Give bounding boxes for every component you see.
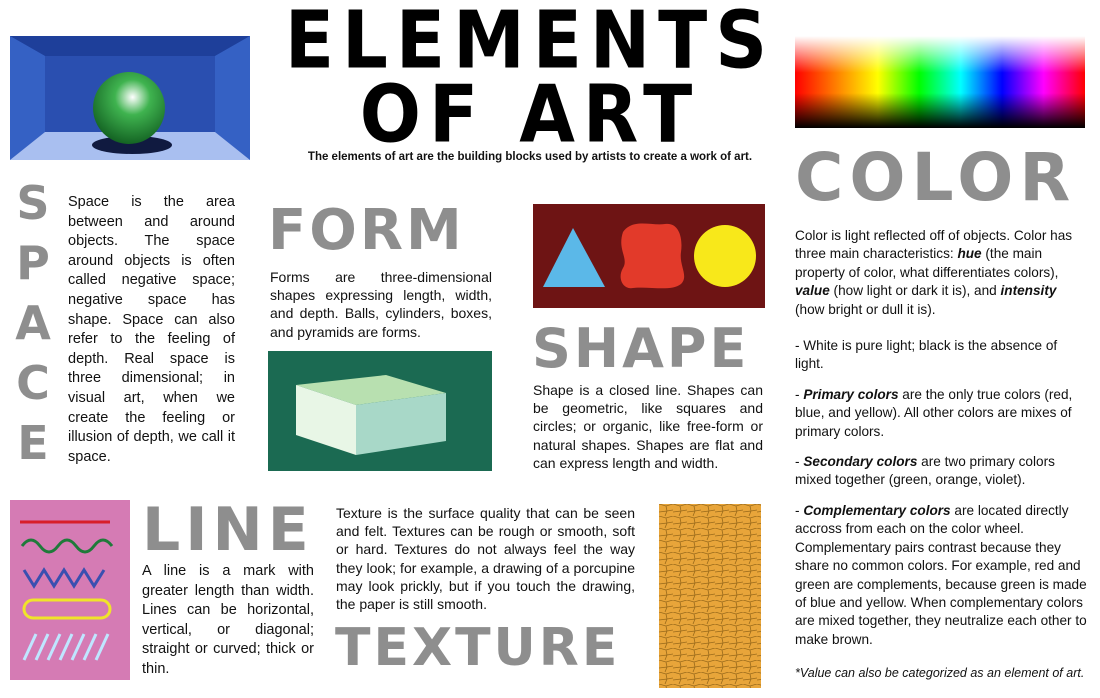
shape-heading: SHAPE — [532, 317, 750, 380]
color-complementary-note: - Complementary colors are located direc… — [795, 502, 1087, 647]
space-letter-a: A — [15, 296, 51, 350]
line-description: A line is a mark with greater length tha… — [142, 563, 314, 677]
circle-shape — [694, 225, 756, 287]
texture-illustration — [659, 504, 761, 688]
value-term: value — [795, 283, 830, 299]
color-spectrum — [795, 36, 1085, 128]
space-description: Space is the area between and around obj… — [68, 194, 235, 465]
line-heading: LINE — [142, 495, 314, 565]
color-secondary-note: - Secondary colors are two primary color… — [795, 454, 1055, 488]
form-heading: FORM — [268, 198, 465, 263]
form-description: Forms are three-dimensional shapes expre… — [270, 269, 492, 340]
poster-title-line-2: OF ART — [359, 67, 701, 161]
texture-heading: TEXTURE — [335, 618, 621, 678]
space-heading-vertical: S P A C E — [8, 180, 58, 470]
color-description: Color is light reflected off of objects.… — [795, 227, 1087, 649]
color-white-note: - White is pure light; black is the abse… — [795, 338, 1058, 372]
space-letter-c: C — [16, 356, 50, 410]
shape-illustration — [533, 204, 765, 308]
intensity-term: intensity — [1000, 283, 1057, 299]
shape-description: Shape is a closed line. Shapes can be ge… — [533, 382, 763, 471]
poster-subtitle: The elements of art are the building blo… — [307, 151, 753, 163]
complementary-colors-term: Complementary colors — [803, 502, 951, 518]
color-heading: COLOR — [795, 139, 1077, 216]
value-footnote: *Value can also be categorized as an ele… — [795, 666, 1085, 680]
color-intro: Color is light reflected off of objects.… — [795, 228, 1073, 317]
color-primary-note: - Primary colors are the only true color… — [795, 386, 1073, 439]
space-illustration — [10, 36, 250, 160]
primary-colors-term: Primary colors — [803, 386, 899, 402]
texture-description: Texture is the surface quality that can … — [336, 505, 635, 613]
line-illustration — [10, 500, 130, 680]
space-letter-s: S — [16, 176, 50, 230]
form-illustration — [268, 351, 492, 471]
hue-term: hue — [957, 246, 982, 262]
organic-shape — [620, 223, 685, 289]
space-letter-e: E — [17, 416, 49, 470]
space-letter-p: P — [16, 236, 50, 290]
secondary-colors-term: Secondary colors — [803, 454, 918, 470]
